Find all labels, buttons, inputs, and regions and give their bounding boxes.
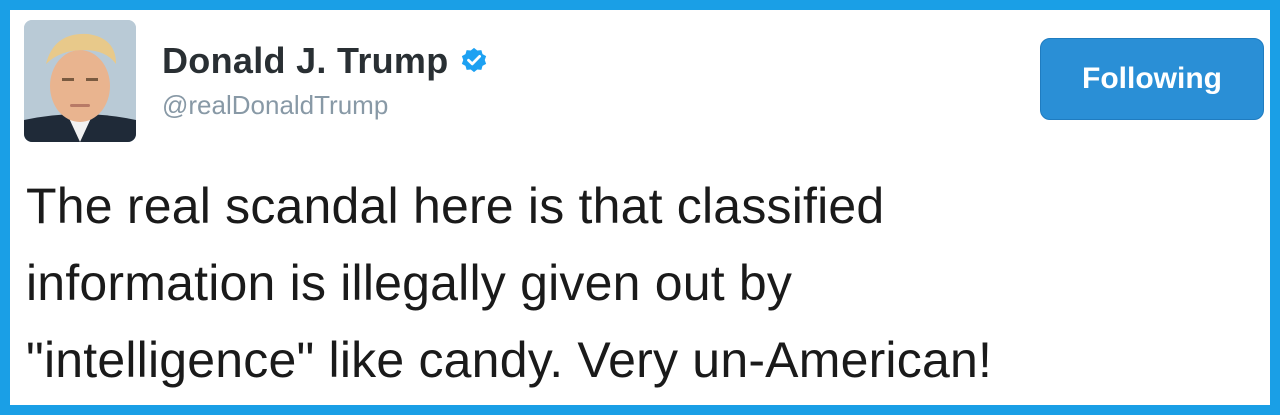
user-info: Donald J. Trump @realDonaldTrump (162, 40, 489, 121)
tweet-text: The real scandal here is that classified… (26, 178, 993, 388)
tweet-card: Donald J. Trump @realDonaldTrump Followi… (10, 10, 1270, 405)
display-name[interactable]: Donald J. Trump (162, 40, 449, 82)
user-handle[interactable]: @realDonaldTrump (162, 90, 489, 121)
verified-badge-icon (459, 46, 489, 76)
avatar[interactable] (24, 20, 136, 142)
following-button[interactable]: Following (1040, 38, 1264, 120)
display-name-row: Donald J. Trump (162, 40, 489, 82)
